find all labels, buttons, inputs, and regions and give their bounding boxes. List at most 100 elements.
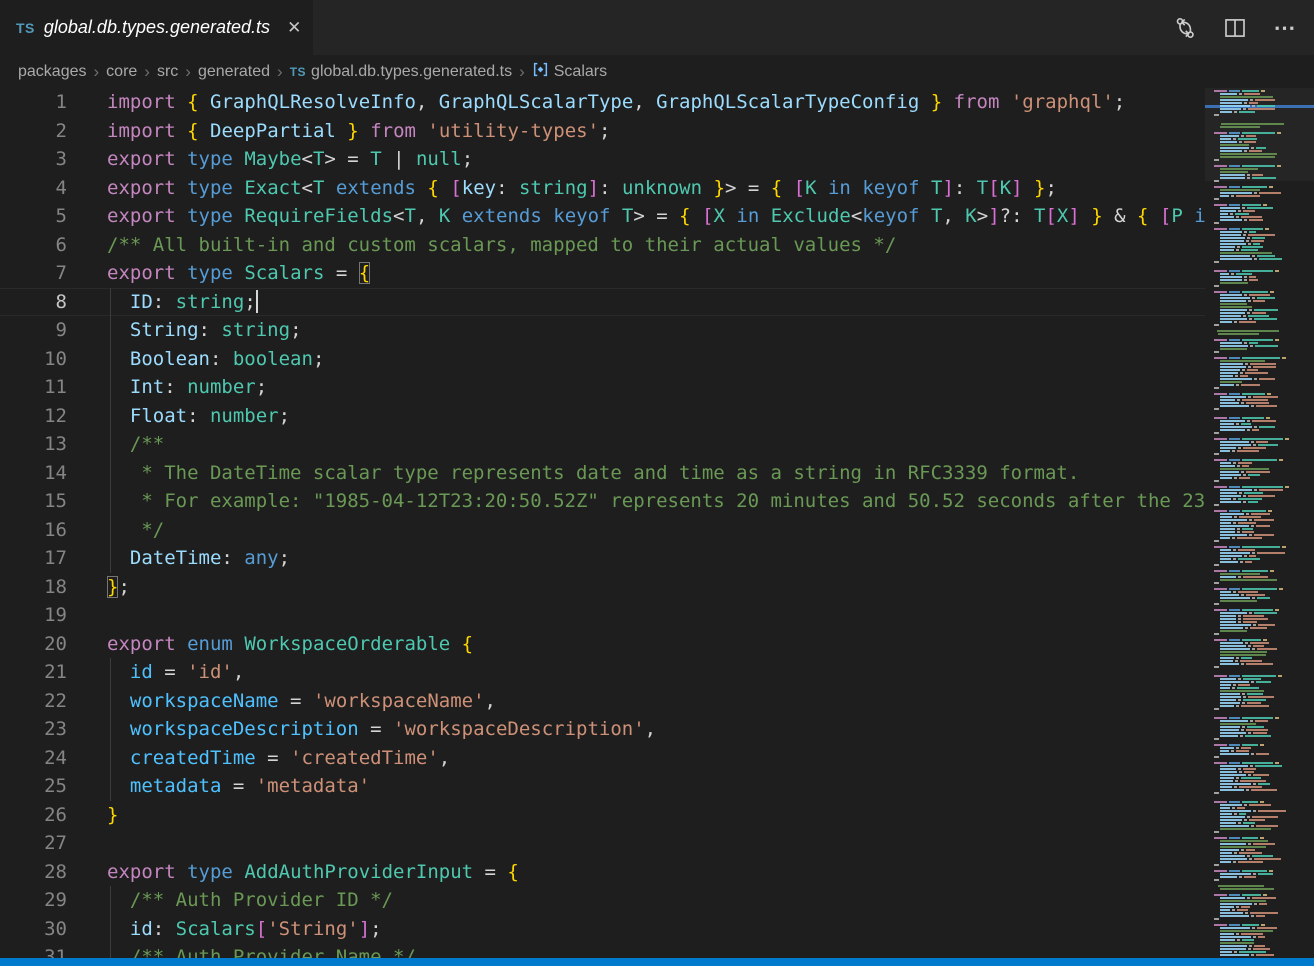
line-number[interactable]: 24 [0,744,67,773]
line-number[interactable]: 23 [0,715,67,744]
code-token: < [851,205,862,227]
code-line-13[interactable]: 13 /** [0,430,1314,459]
line-number[interactable]: 28 [0,858,67,887]
line-number[interactable]: 13 [0,430,67,459]
minimap-code-mark [1220,360,1265,362]
line-number[interactable]: 7 [0,259,67,288]
code-line-6[interactable]: 6/** All built-in and custom scalars, ma… [0,231,1314,260]
minimap-code-mark [1244,819,1247,821]
code-line-7[interactable]: 7export type Scalars = { [0,259,1314,288]
minimap-code-mark [1236,657,1239,659]
code-line-11[interactable]: 11 Int: number; [0,373,1314,402]
code-line-4[interactable]: 4export type Exact<T extends { [key: str… [0,174,1314,203]
minimap-code-mark [1254,489,1257,491]
code-line-24[interactable]: 24 createdTime = 'createdTime', [0,744,1314,773]
code-line-22[interactable]: 22 workspaceName = 'workspaceName', [0,687,1314,716]
code-line-29[interactable]: 29 /** Auth Provider ID */ [0,886,1314,915]
line-number[interactable]: 19 [0,601,67,630]
line-number[interactable]: 12 [0,402,67,431]
line-number[interactable]: 20 [0,630,67,659]
code-line-14[interactable]: 14 * The DateTime scalar type represents… [0,459,1314,488]
minimap-code-mark [1249,276,1256,278]
code-line-19[interactable]: 19 [0,601,1314,630]
code-line-5[interactable]: 5export type RequireFields<T, K extends … [0,202,1314,231]
line-number[interactable]: 31 [0,943,67,958]
line-number[interactable]: 5 [0,202,67,231]
code-token [359,120,370,142]
code-token [233,148,244,170]
line-number[interactable]: 9 [0,316,67,345]
minimap-code-mark [1237,465,1240,467]
more-actions-icon[interactable]: ⋯ [1272,15,1298,41]
code-line-17[interactable]: 17 DateTime: any; [0,544,1314,573]
line-number[interactable]: 11 [0,373,67,402]
code-line-30[interactable]: 30 id: Scalars['String']; [0,915,1314,944]
line-number[interactable]: 26 [0,801,67,830]
code-line-3[interactable]: 3export type Maybe<T> = T | null; [0,145,1314,174]
code-line-18[interactable]: 18}; [0,573,1314,602]
code-line-25[interactable]: 25 metadata = 'metadata' [0,772,1314,801]
line-number[interactable]: 4 [0,174,67,203]
minimap-code-mark [1220,216,1234,218]
line-number[interactable]: 16 [0,516,67,545]
line-number[interactable]: 27 [0,829,67,858]
line-number[interactable]: 1 [0,88,67,117]
line-number[interactable]: 25 [0,772,67,801]
minimap-row [1214,495,1308,497]
line-number[interactable]: 15 [0,487,67,516]
breadcrumb-item-generated[interactable]: generated [198,63,270,81]
line-number[interactable]: 3 [0,145,67,174]
split-editor-icon[interactable] [1222,15,1248,41]
code-line-20[interactable]: 20export enum WorkspaceOrderable { [0,630,1314,659]
compare-changes-icon[interactable] [1172,15,1198,41]
line-number[interactable]: 2 [0,117,67,146]
code-line-8[interactable]: 8 ID: string; [0,288,1314,317]
code-line-21[interactable]: 21 id = 'id', [0,658,1314,687]
code-line-16[interactable]: 16 */ [0,516,1314,545]
code-editor[interactable]: 1import { GraphQLResolveInfo, GraphQLSca… [0,88,1314,958]
line-number[interactable]: 17 [0,544,67,573]
tab-global-db-types[interactable]: TS global.db.types.generated.ts ✕ [0,0,313,55]
code-line-26[interactable]: 26} [0,801,1314,830]
breadcrumb-item-src[interactable]: src [157,63,178,81]
code-line-31[interactable]: 31 /** Auth Provider Name */ [0,943,1314,958]
code-line-27[interactable]: 27 [0,829,1314,858]
code-line-12[interactable]: 12 Float: number; [0,402,1314,431]
breadcrumb-item-packages[interactable]: packages [18,63,87,81]
minimap-code-mark [1238,621,1241,623]
minimap-code-mark [1220,876,1237,878]
minimap-code-mark [1220,657,1234,659]
line-number[interactable]: 29 [0,886,67,915]
line-number[interactable]: 30 [0,915,67,944]
minimap-code-mark [1235,375,1238,377]
code-line-10[interactable]: 10 Boolean: boolean; [0,345,1314,374]
code-line-15[interactable]: 15 * For example: "1985-04-12T23:20:50.5… [0,487,1314,516]
minimap-code-mark [1220,321,1232,323]
minimap-row [1214,264,1308,266]
breadcrumb-item-global-db-types-generated-ts[interactable]: TSglobal.db.types.generated.ts [290,63,512,81]
minimap-code-mark [1220,810,1251,812]
line-number[interactable]: 22 [0,687,67,716]
breadcrumb-item-core[interactable]: core [106,63,137,81]
minimap[interactable] [1205,88,1314,958]
code-line-1[interactable]: 1import { GraphQLResolveInfo, GraphQLSca… [0,88,1314,117]
minimap-row [1214,759,1308,761]
code-line-23[interactable]: 23 workspaceDescription = 'workspaceDesc… [0,715,1314,744]
minimap-code-mark [1229,438,1240,440]
minimap-code-mark [1242,438,1283,440]
line-number[interactable]: 8 [0,288,67,317]
minimap-code-mark [1242,531,1254,533]
code-token: Exact [244,177,301,199]
tab-close-icon[interactable]: ✕ [287,19,301,36]
code-token: , [416,205,439,227]
line-number[interactable]: 6 [0,231,67,260]
line-number[interactable]: 21 [0,658,67,687]
line-number[interactable]: 18 [0,573,67,602]
minimap-code-mark [1237,399,1240,401]
line-number[interactable]: 14 [0,459,67,488]
code-line-9[interactable]: 9 String: string; [0,316,1314,345]
code-line-2[interactable]: 2import { DeepPartial } from 'utility-ty… [0,117,1314,146]
line-number[interactable]: 10 [0,345,67,374]
code-line-28[interactable]: 28export type AddAuthProviderInput = { [0,858,1314,887]
breadcrumb-item-scalars[interactable]: Scalars [532,61,607,83]
